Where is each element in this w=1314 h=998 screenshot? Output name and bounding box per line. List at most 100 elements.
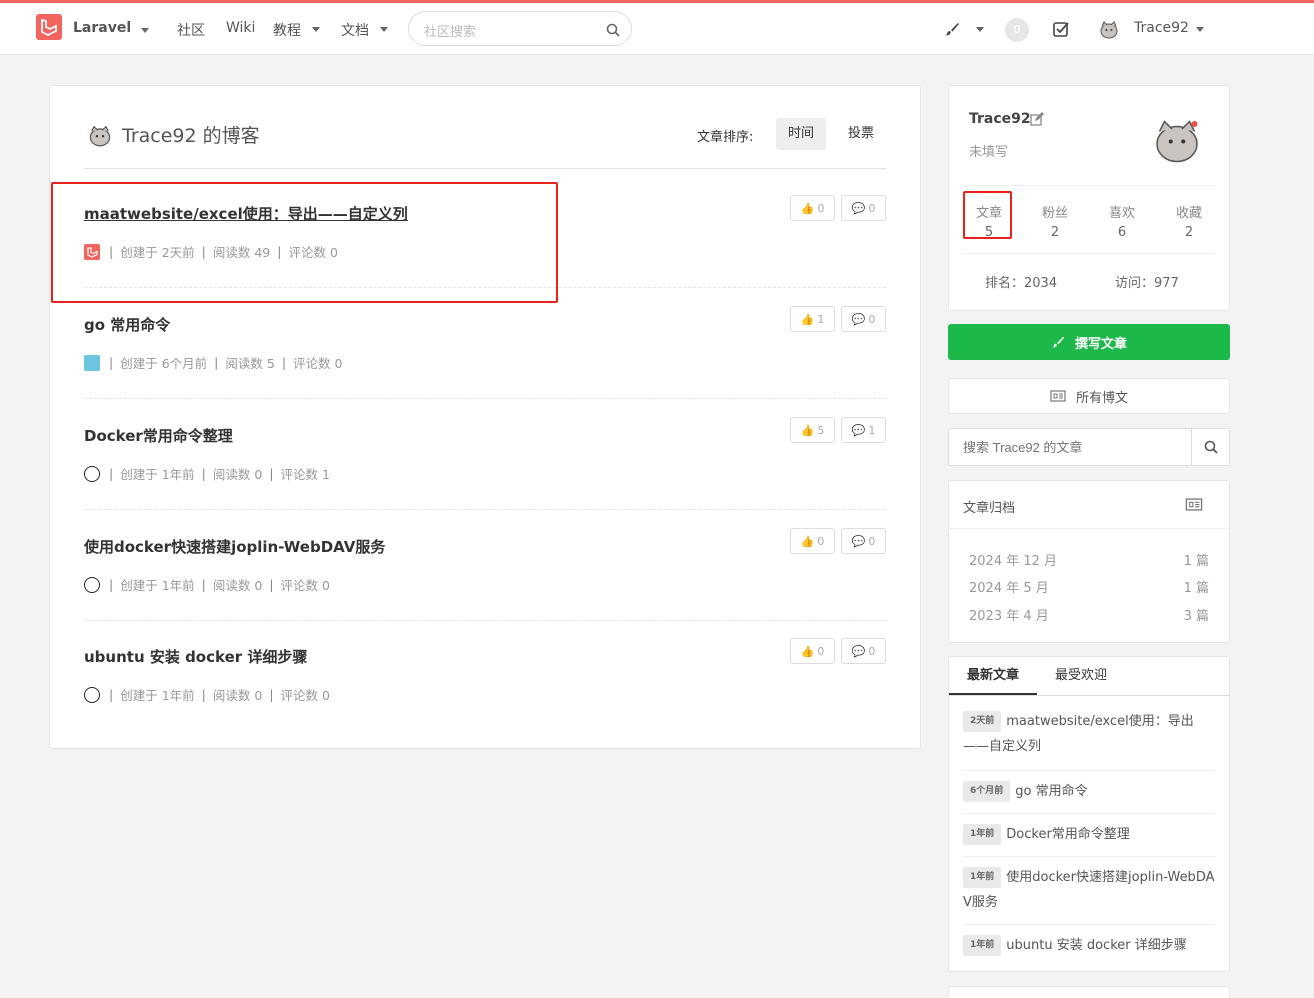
latest-item[interactable]: 6个月前 go 常用命令 xyxy=(963,779,1215,814)
created-time: 创建于 1年前 xyxy=(120,467,195,482)
archive-month: 2024 年 5 月 xyxy=(969,581,1049,596)
archive-row[interactable]: 2024 年 5 月 1 篇 xyxy=(969,577,1209,596)
nav-tutorial[interactable]: 教程 xyxy=(273,20,301,40)
comment-button[interactable]: 💬 0 xyxy=(841,528,886,554)
laravel-logo-icon[interactable] xyxy=(36,14,62,40)
comment-icon: 💬 xyxy=(851,201,866,215)
thumbs-up-icon: 👍 xyxy=(800,423,815,437)
visits-text: 访问：977 xyxy=(1115,276,1179,291)
edit-icon[interactable] xyxy=(1030,112,1044,126)
latest-item-title: go 常用命令 xyxy=(1015,784,1088,799)
docs-chevron-icon[interactable] xyxy=(380,27,388,32)
like-button[interactable]: 👍 1 xyxy=(790,306,835,332)
comment-button[interactable]: 💬 0 xyxy=(841,638,886,664)
thumbs-up-icon: 👍 xyxy=(800,201,815,215)
like-count: 0 xyxy=(817,644,825,658)
like-count: 5 xyxy=(817,423,825,437)
comment-count-badge: 1 xyxy=(868,423,876,437)
archive-count: 1 篇 xyxy=(1183,554,1209,569)
comment-count: 评论数 0 xyxy=(293,356,343,371)
like-button[interactable]: 👍 5 xyxy=(790,417,835,443)
article-title-link[interactable]: 使用docker快速搭建joplin-WebDAV服务 xyxy=(84,536,385,557)
stat-value: 2 xyxy=(1184,225,1194,240)
comment-count-badge: 0 xyxy=(868,201,876,215)
archive-row[interactable]: 2024 年 12 月 1 篇 xyxy=(969,550,1209,569)
time-tag: 1年前 xyxy=(963,867,1002,888)
tab-popular[interactable]: 最受欢迎 xyxy=(1037,657,1125,695)
profile-avatar[interactable] xyxy=(1152,114,1202,164)
comment-icon: 💬 xyxy=(851,644,866,658)
profile-divider-top xyxy=(963,185,1215,186)
latest-item[interactable]: 2天前 maatwebsite/excel使用：导出——自定义列 xyxy=(963,709,1215,771)
tutorial-chevron-icon[interactable] xyxy=(312,27,320,32)
stat-fans[interactable]: 粉丝 2 xyxy=(1025,202,1085,240)
write-article-label: 撰写文章 xyxy=(1074,336,1127,352)
nav-username[interactable]: Trace92 xyxy=(1134,20,1189,36)
comment-count: 评论数 0 xyxy=(280,688,330,703)
latest-item[interactable]: 1年前 Docker常用命令整理 xyxy=(963,822,1215,857)
comment-count-badge: 0 xyxy=(868,534,876,548)
profile-name[interactable]: Trace92 xyxy=(969,111,1031,127)
rank-text: 排名：2034 xyxy=(985,276,1058,291)
profile-divider-bottom xyxy=(963,253,1215,254)
thumbs-up-icon: 👍 xyxy=(800,312,815,326)
like-button[interactable]: 👍 0 xyxy=(790,195,835,221)
all-posts-button[interactable]: 所有博文 xyxy=(948,378,1230,414)
created-time: 创建于 1年前 xyxy=(120,578,195,593)
linux-category-icon xyxy=(84,465,100,482)
search-icon[interactable] xyxy=(606,23,620,37)
stat-favorites[interactable]: 收藏 2 xyxy=(1159,202,1219,240)
tab-latest[interactable]: 最新文章 xyxy=(949,657,1037,695)
comment-button[interactable]: 💬 0 xyxy=(841,195,886,221)
sort-time-tab[interactable]: 时间 xyxy=(776,118,826,150)
linux-category-icon xyxy=(84,576,100,593)
go-category-icon xyxy=(84,354,100,371)
brand-dropdown-chevron-icon[interactable] xyxy=(141,28,149,33)
article-meta: | 创建于 6个月前 | 阅读数 5 | 评论数 0 xyxy=(84,353,349,372)
created-time: 创建于 6个月前 xyxy=(120,356,208,371)
time-tag: 1年前 xyxy=(963,935,1002,956)
header-divider xyxy=(84,168,886,169)
blog-search-input[interactable] xyxy=(949,429,1191,465)
like-count: 1 xyxy=(817,312,825,326)
comment-icon: 💬 xyxy=(851,423,866,437)
top-navbar: Laravel 社区 Wiki 教程 文档 社区搜索 0 Trace92 xyxy=(0,3,1314,55)
community-search-box[interactable]: 社区搜索 xyxy=(408,11,632,46)
highlight-box-stat xyxy=(963,191,1012,239)
archive-row[interactable]: 2023 年 4 月 3 篇 xyxy=(969,605,1209,624)
comment-button[interactable]: 💬 1 xyxy=(841,417,886,443)
nav-docs[interactable]: 文档 xyxy=(341,20,369,40)
like-button[interactable]: 👍 0 xyxy=(790,528,835,554)
write-article-button[interactable]: 撰写文章 xyxy=(948,324,1230,360)
thumbs-up-icon: 👍 xyxy=(800,534,815,548)
newspaper-icon xyxy=(1185,498,1203,511)
checkbox-task-icon[interactable] xyxy=(1053,21,1070,37)
article-title-link[interactable]: Docker常用命令整理 xyxy=(84,425,233,446)
brush-icon[interactable] xyxy=(944,21,960,37)
brush-chevron-icon[interactable] xyxy=(976,27,984,32)
time-tag: 6个月前 xyxy=(963,781,1011,802)
article-title-link[interactable]: ubuntu 安装 docker 详细步骤 xyxy=(84,646,307,667)
read-count: 阅读数 0 xyxy=(212,467,263,482)
sort-vote-tab[interactable]: 投票 xyxy=(836,118,886,150)
article-row: 使用docker快速搭建joplin-WebDAV服务 | 创建于 1年前 | 阅读数… xyxy=(84,510,886,621)
user-menu-chevron-icon[interactable] xyxy=(1196,27,1204,32)
nav-community[interactable]: 社区 xyxy=(177,20,205,40)
comment-button[interactable]: 💬 0 xyxy=(841,306,886,332)
notification-count-badge[interactable]: 0 xyxy=(1005,18,1029,42)
like-button[interactable]: 👍 0 xyxy=(790,638,835,664)
like-count: 0 xyxy=(817,534,825,548)
article-row: Docker常用命令整理 | 创建于 1年前 | 阅读数 0 | 评论数 1 👍 5 💬 1 xyxy=(84,399,886,510)
user-avatar-icon[interactable] xyxy=(1099,19,1119,39)
nav-wiki[interactable]: Wiki xyxy=(226,20,255,36)
brand-name[interactable]: Laravel xyxy=(73,20,131,36)
latest-item[interactable]: 1年前 使用docker快速搭建joplin-WebDAV服务 xyxy=(963,865,1215,925)
time-tag: 1年前 xyxy=(963,824,1002,845)
article-title-link[interactable]: go 常用命令 xyxy=(84,314,170,335)
blog-search-button[interactable] xyxy=(1191,429,1229,465)
article-row: ubuntu 安装 docker 详细步骤 | 创建于 1年前 | 阅读数 0 | 评论数… xyxy=(84,620,886,731)
archive-title: 文章归档 xyxy=(963,501,1016,516)
profile-bio: 未填写 xyxy=(969,145,1009,160)
latest-item[interactable]: 1年前 ubuntu 安装 docker 详细步骤 xyxy=(963,933,1215,963)
stat-likes[interactable]: 喜欢 6 xyxy=(1092,202,1152,240)
